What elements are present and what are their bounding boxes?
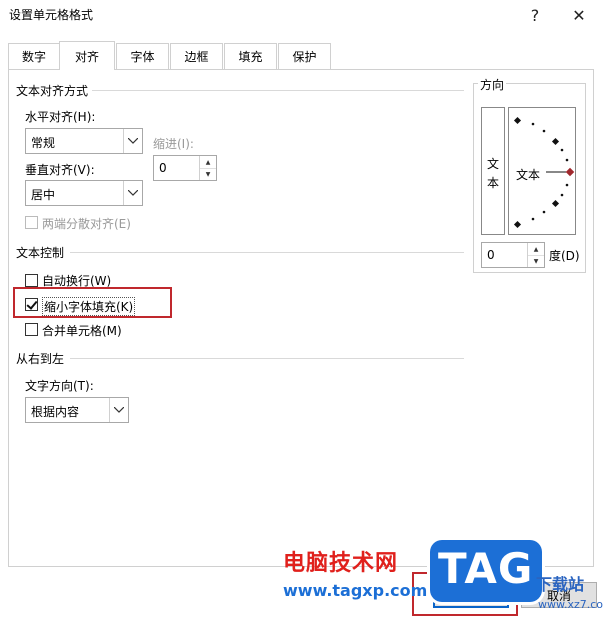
watermark-right-text: 下载站: [536, 575, 585, 594]
section-text-alignment: 文本对齐方式: [16, 84, 89, 98]
tab-fill[interactable]: 填充: [224, 43, 277, 69]
vertical-align-label: 垂直对齐(V):: [25, 163, 95, 177]
horizontal-align-label: 水平对齐(H):: [25, 110, 96, 124]
watermark-site-url: www.tagxp.com: [283, 581, 428, 600]
horizontal-align-select[interactable]: 常规: [25, 128, 143, 154]
merge-cells-checkbox[interactable]: [25, 323, 38, 336]
justify-distributed-checkbox[interactable]: [25, 216, 38, 229]
section-divider: [92, 90, 464, 91]
text-direction-select[interactable]: 根据内容: [25, 397, 129, 423]
tab-number[interactable]: 数字: [8, 43, 60, 69]
orientation-dial-text: 文本: [516, 168, 541, 182]
watermark-logo-text: TAG: [438, 544, 534, 593]
shrink-to-fit-checkbox[interactable]: [25, 298, 38, 311]
tab-border[interactable]: 边框: [170, 43, 223, 69]
tab-font[interactable]: 字体: [116, 43, 169, 69]
section-divider: [70, 252, 464, 253]
tab-alignment[interactable]: 对齐: [59, 41, 115, 70]
chevron-down-icon: [123, 181, 142, 205]
wrap-text-checkbox[interactable]: [25, 274, 38, 287]
watermark-logo: TAG: [430, 540, 542, 602]
close-icon: ✕: [572, 5, 586, 25]
orientation-dial[interactable]: 文本: [508, 107, 576, 235]
section-orientation: 方向: [478, 76, 507, 93]
dialog-title: 设置单元格格式: [9, 8, 94, 22]
justify-distributed-label: 两端分散对齐(E): [42, 217, 131, 231]
shrink-to-fit-label: 缩小字体填充(K): [42, 297, 136, 316]
section-text-control: 文本控制: [16, 246, 65, 260]
watermark-site-name: 电脑技术网: [283, 551, 399, 576]
vertical-align-select[interactable]: 居中: [25, 180, 143, 206]
spin-down-icon[interactable]: ▼: [200, 168, 216, 180]
section-divider: [70, 358, 464, 359]
text-direction-label: 文字方向(T):: [25, 379, 94, 393]
indent-label: 缩进(I):: [153, 137, 194, 151]
vertical-text-button[interactable]: 文 本: [481, 107, 505, 235]
spin-down-icon[interactable]: ▼: [528, 255, 544, 267]
merge-cells-label: 合并单元格(M): [42, 324, 122, 338]
indent-spinner[interactable]: 0 ▲ ▼: [153, 155, 217, 181]
close-button[interactable]: ✕: [559, 0, 599, 30]
chevron-down-icon: [123, 129, 142, 153]
section-right-to-left: 从右到左: [16, 352, 65, 366]
tab-protection[interactable]: 保护: [278, 43, 331, 69]
watermark-right-url: www.xz7.com: [538, 598, 603, 611]
degrees-spinner[interactable]: 0 ▲ ▼: [481, 242, 545, 268]
chevron-down-icon: [109, 398, 128, 422]
help-button[interactable]: ?: [515, 0, 555, 30]
degrees-label: 度(D): [549, 249, 580, 263]
help-icon: ?: [530, 5, 540, 25]
